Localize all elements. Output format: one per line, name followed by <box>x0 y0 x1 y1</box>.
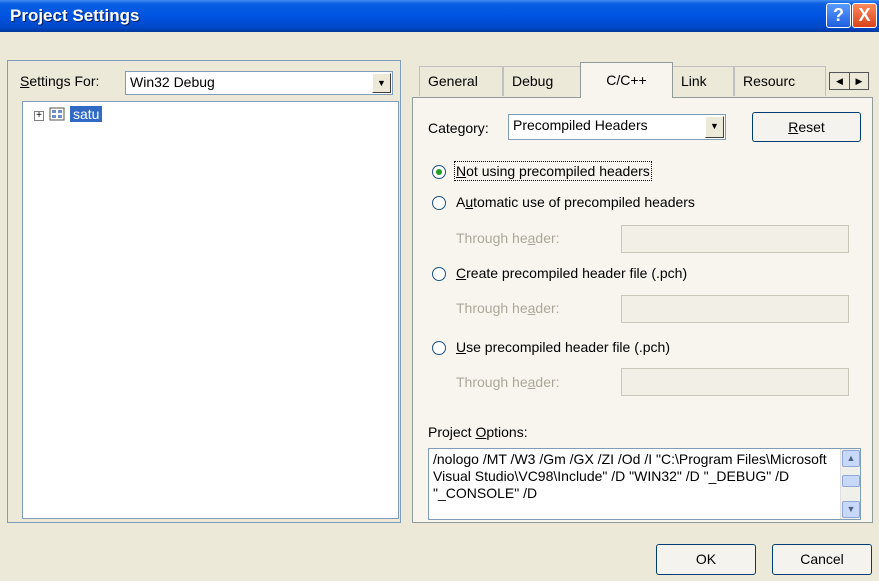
category-dropdown[interactable]: Precompiled Headers ▼ <box>508 114 726 140</box>
category-label: Category: <box>428 120 489 136</box>
tree-item-satu[interactable]: satu <box>70 106 103 122</box>
tab-resources[interactable]: Resourc <box>734 66 826 96</box>
use-radio[interactable] <box>432 341 446 355</box>
project-options-textarea[interactable]: /nologo /MT /W3 /Gm /GX /ZI /Od /I "C:\P… <box>428 448 861 520</box>
through-header-field-1[interactable] <box>621 225 849 253</box>
ok-button[interactable]: OK <box>656 544 756 575</box>
close-icon: X <box>858 5 871 25</box>
window-title: Project Settings <box>10 6 140 25</box>
automatic-radio[interactable] <box>432 196 446 210</box>
scroll-right-icon[interactable]: ▶ <box>849 73 868 89</box>
not-using-radio[interactable] <box>432 165 446 179</box>
use-label[interactable]: Use precompiled header file (.pch) <box>456 339 670 355</box>
chevron-down-icon[interactable]: ▼ <box>705 116 724 138</box>
category-value: Precompiled Headers <box>513 117 648 133</box>
chevron-down-icon[interactable]: ▼ <box>372 73 391 93</box>
through-header-label-3: Through header: <box>456 374 560 390</box>
project-options-scrollbar[interactable]: ▲ ▼ <box>840 449 860 519</box>
tab-scroll-buttons: ◀ ▶ <box>829 72 869 90</box>
scroll-thumb[interactable] <box>842 475 860 487</box>
help-icon: ? <box>833 5 844 25</box>
tab-general[interactable]: General <box>419 66 503 96</box>
scroll-down-icon[interactable]: ▼ <box>842 501 860 518</box>
not-using-label[interactable]: Not using precompiled headers <box>454 161 652 181</box>
create-radio[interactable] <box>432 267 446 281</box>
create-label[interactable]: Create precompiled header file (.pch) <box>456 265 687 281</box>
project-icon <box>49 106 67 122</box>
help-button[interactable]: ? <box>826 3 851 28</box>
scroll-up-icon[interactable]: ▲ <box>842 450 860 467</box>
tree-expand-icon[interactable]: + <box>34 111 44 121</box>
through-header-field-3[interactable] <box>621 368 849 396</box>
through-header-label-2: Through header: <box>456 300 560 316</box>
settings-for-dropdown[interactable]: Win32 Debug ▼ <box>125 71 393 95</box>
through-header-field-2[interactable] <box>621 295 849 323</box>
cancel-button[interactable]: Cancel <box>772 544 872 575</box>
tab-link[interactable]: Link <box>672 66 734 96</box>
scroll-left-icon[interactable]: ◀ <box>830 73 849 89</box>
project-tree[interactable]: + satu <box>22 101 399 519</box>
project-options-label: Project Options: <box>428 424 528 440</box>
project-options-text: /nologo /MT /W3 /Gm /GX /ZI /Od /I "C:\P… <box>433 451 827 501</box>
title-bar: Project Settings ? X <box>0 0 879 32</box>
automatic-label[interactable]: Automatic use of precompiled headers <box>456 194 695 210</box>
settings-for-value: Win32 Debug <box>130 74 215 90</box>
tab-debug[interactable]: Debug <box>503 66 581 96</box>
settings-for-label: Settings For: <box>20 73 100 89</box>
through-header-label-1: Through header: <box>456 230 560 246</box>
reset-button[interactable]: Reset <box>752 112 861 142</box>
tab-c-cpp[interactable]: C/C++ <box>580 62 673 98</box>
close-button[interactable]: X <box>852 3 877 28</box>
